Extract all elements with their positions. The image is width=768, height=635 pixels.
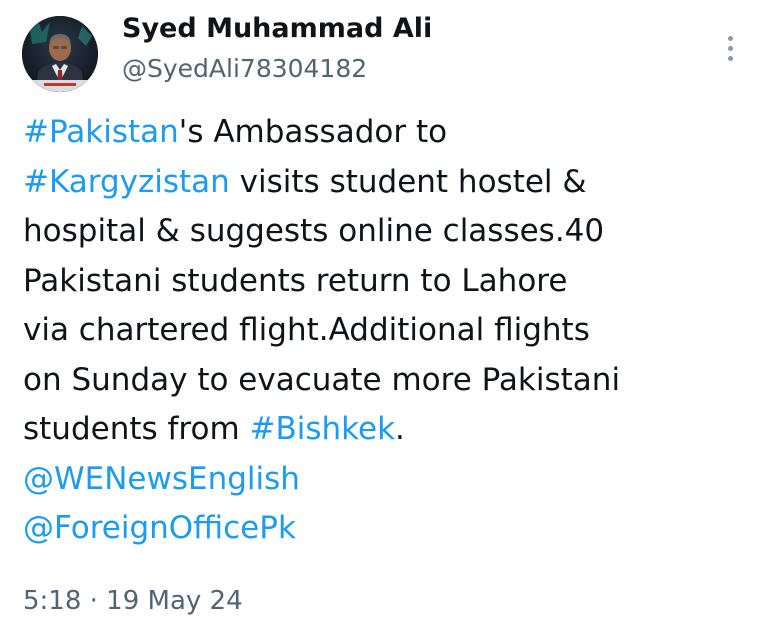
profile-photo	[22, 16, 98, 92]
author-display-name[interactable]: Syed Muhammad Ali	[122, 12, 432, 46]
tweet-line: @ForeignOfficePk	[23, 504, 748, 554]
more-vertical-icon	[727, 55, 733, 61]
tweet-line: Pakistani students return to Lahore	[23, 257, 748, 307]
avatar[interactable]	[22, 16, 98, 92]
mention-link[interactable]: @WENewsEnglish	[23, 461, 300, 497]
tweet-text-segment: via chartered flight.Additional flights	[23, 312, 590, 348]
mention-link[interactable]: @ForeignOfficePk	[23, 510, 296, 546]
more-options-button[interactable]	[712, 28, 748, 68]
author-block: Syed Muhammad Ali @SyedAli78304182	[122, 12, 432, 86]
tweet-line: on Sunday to evacuate more Pakistani	[23, 356, 748, 406]
tweet-card: Syed Muhammad Ali @SyedAli78304182 #Paki…	[0, 0, 768, 635]
tweet-text-segment: hospital & suggests online classes.40	[23, 213, 605, 249]
tweet-text-segment: .	[395, 411, 405, 447]
tweet-text-segment: on Sunday to evacuate more Pakistani	[23, 361, 621, 398]
tweet-line: students from #Bishkek.	[23, 405, 748, 455]
hashtag-link[interactable]: #Bishkek	[250, 411, 396, 447]
tweet-line: @WENewsEnglish	[23, 455, 748, 505]
more-vertical-icon	[727, 45, 733, 51]
tweet-line: #Pakistan's Ambassador to	[23, 108, 748, 158]
tweet-line: via chartered flight.Additional flights	[23, 306, 748, 356]
author-handle[interactable]: @SyedAli78304182	[122, 52, 432, 86]
more-vertical-icon	[727, 35, 733, 41]
hashtag-link[interactable]: #Kargyzistan	[23, 164, 230, 200]
tweet-timestamp[interactable]: 5:18 · 19 May 24	[23, 584, 243, 618]
tweet-line: #Kargyzistan visits student hostel &	[23, 158, 748, 208]
hashtag-link[interactable]: #Pakistan	[23, 114, 179, 150]
tweet-text-segment: Pakistani students return to Lahore	[23, 262, 568, 299]
tweet-line: hospital & suggests online classes.40	[23, 207, 748, 257]
tweet-text-segment: visits student hostel &	[229, 163, 587, 200]
tweet-text-segment: 's Ambassador to	[178, 114, 448, 150]
tweet-text: #Pakistan's Ambassador to #Kargyzistan v…	[23, 108, 748, 554]
tweet-text-segment: students from	[23, 411, 250, 447]
